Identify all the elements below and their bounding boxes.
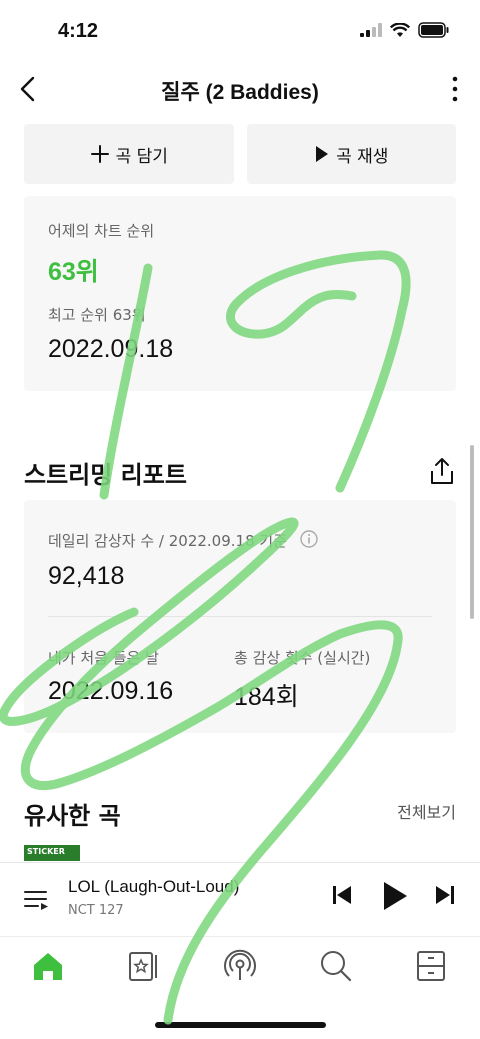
status-time: 4:12 (58, 20, 99, 42)
library-icon[interactable] (127, 949, 161, 983)
daily-listeners-value: 92,418 (48, 562, 125, 590)
play-song-label: 곡 재생 (336, 146, 389, 167)
navigation-bar: 질주 (2 Baddies) (0, 64, 480, 114)
first-listen-label: 내가 처음 들은 날 (48, 649, 159, 667)
share-icon[interactable] (428, 456, 456, 486)
play-icon (384, 882, 407, 910)
chart-rank-card: 어제의 차트 순위 63위 최고 순위 63위 2022.09.18 (24, 196, 456, 391)
now-playing-title: LOL (Laugh-Out-Loud) (68, 877, 240, 896)
action-row: 곡 담기 곡 재생 (24, 124, 456, 184)
search-icon[interactable] (319, 949, 353, 983)
yesterday-rank-label: 어제의 차트 순위 (48, 222, 155, 240)
status-icons (360, 22, 450, 38)
signal-icon (360, 23, 382, 37)
next-icon (436, 886, 454, 904)
plus-icon (90, 145, 109, 163)
play-song-button[interactable]: 곡 재생 (246, 124, 456, 184)
playlist-icon[interactable] (24, 885, 50, 913)
drawer-icon[interactable] (414, 949, 448, 983)
status-bar: 4:12 (0, 0, 480, 64)
album-thumbnail[interactable]: STICKER (24, 845, 80, 861)
play-button[interactable] (382, 881, 408, 911)
previous-button[interactable] (330, 883, 354, 907)
wifi-icon (390, 22, 410, 37)
total-plays-value: 184회 (234, 683, 299, 711)
previous-icon (333, 886, 351, 904)
add-song-label: 곡 담기 (115, 146, 168, 167)
total-plays-label: 총 감상 횟수 (실시간) (234, 649, 371, 667)
first-listen-value: 2022.09.16 (48, 677, 174, 705)
similar-songs-title: 유사한 곡 (24, 802, 121, 830)
now-playing-artist: NCT 127 (68, 903, 124, 918)
streaming-report-card: 데일리 감상자 수 / 2022.09.18 기준 92,418 내가 처음 들… (24, 500, 456, 733)
best-rank-label: 최고 순위 63위 (48, 306, 146, 324)
add-song-button[interactable]: 곡 담기 (24, 124, 234, 184)
battery-icon (418, 22, 449, 38)
page-title: 질주 (2 Baddies) (161, 81, 319, 104)
tab-bar (0, 936, 480, 1000)
daily-listeners-label: 데일리 감상자 수 / 2022.09.18 기준 (48, 532, 287, 550)
yesterday-rank-value: 63위 (48, 258, 99, 286)
report-divider (48, 616, 432, 617)
best-rank-date: 2022.09.18 (48, 335, 174, 363)
podcast-icon[interactable] (223, 949, 257, 983)
info-icon[interactable] (300, 530, 318, 548)
home-indicator (155, 1022, 326, 1028)
scrollbar[interactable] (470, 445, 474, 619)
home-icon[interactable] (31, 949, 65, 983)
more-icon[interactable] (448, 74, 462, 104)
mini-player[interactable]: LOL (Laugh-Out-Loud) NCT 127 (0, 862, 480, 936)
see-all-link[interactable]: 전체보기 (397, 799, 456, 823)
next-button[interactable] (433, 883, 457, 907)
play-icon (316, 146, 329, 162)
streaming-report-title: 스트리밍 리포트 (24, 461, 187, 489)
